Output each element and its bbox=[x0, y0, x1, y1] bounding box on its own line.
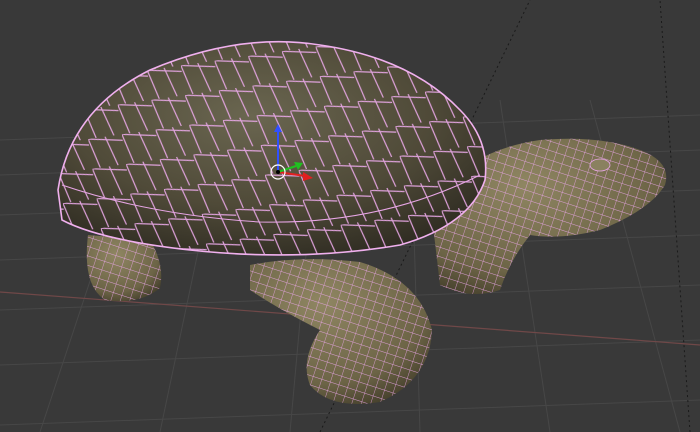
front-leg bbox=[250, 259, 432, 404]
viewport-canvas[interactable] bbox=[0, 0, 700, 432]
turtle-model[interactable] bbox=[57, 40, 667, 404]
eye bbox=[589, 158, 611, 172]
3d-viewport[interactable] bbox=[0, 0, 700, 432]
camera-guide-line bbox=[659, 0, 691, 432]
shell bbox=[57, 40, 487, 256]
